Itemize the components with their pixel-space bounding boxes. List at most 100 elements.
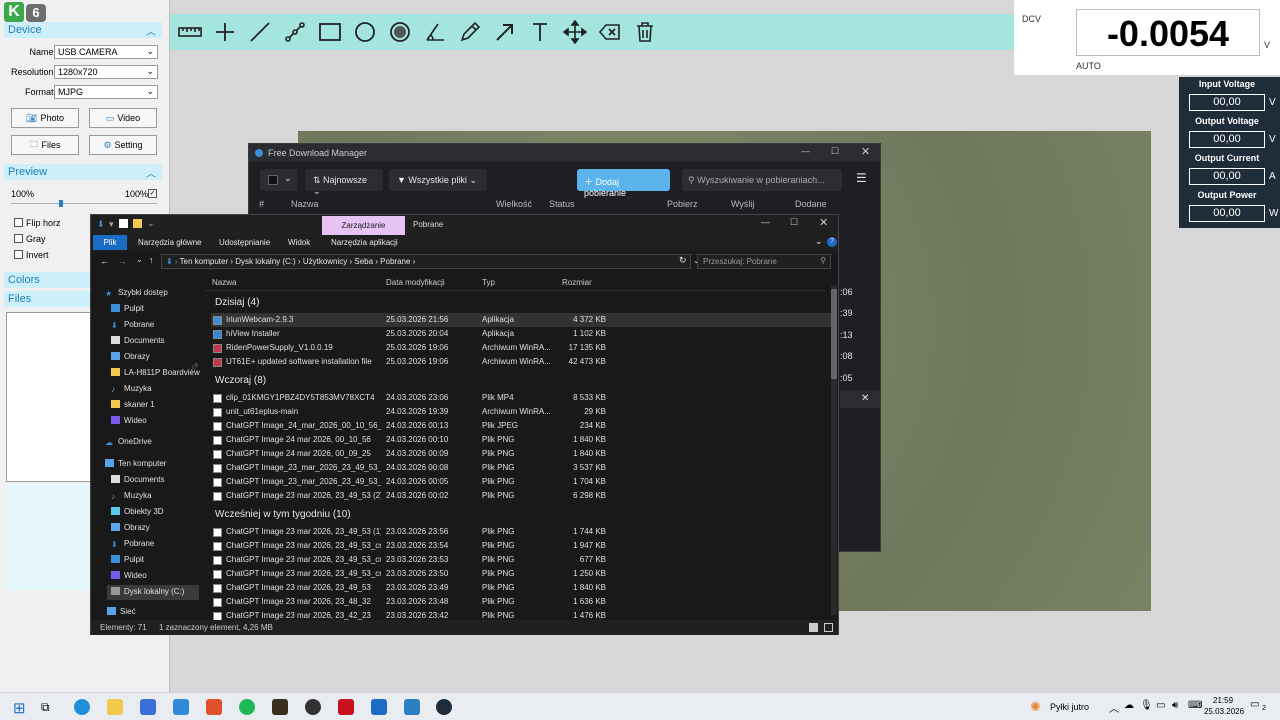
ruler-tool[interactable]	[176, 18, 204, 46]
preview-section-header[interactable]: Preview ︿	[4, 164, 162, 180]
device-section-header[interactable]: Device ︿	[4, 22, 162, 38]
close-icon[interactable]: ✕	[861, 145, 870, 158]
erase-tool[interactable]	[596, 18, 624, 46]
group-header[interactable]: Wczoraj (8)	[215, 375, 266, 386]
polyline-tool[interactable]	[281, 18, 309, 46]
col-upload[interactable]: Wyślij	[731, 199, 754, 209]
onedrive-tray-icon[interactable]: ☁	[1124, 700, 1134, 711]
microphone-icon[interactable]: 🎙︎	[1140, 700, 1153, 711]
file-row[interactable]: UT61E+ updated software installation fil…	[211, 355, 831, 369]
arrow-tool[interactable]	[491, 18, 519, 46]
file-row[interactable]: ChatGPT Image 23 mar 2026, 23_49_53 (2) 2…	[211, 489, 831, 503]
start-icon[interactable]: ⊞	[13, 699, 26, 717]
scrollbar-thumb[interactable]	[831, 289, 837, 379]
text-tool[interactable]	[526, 18, 554, 46]
file-row[interactable]: ChatGPT Image_23_mar_2026_23_49_53_... 24…	[211, 475, 831, 489]
file-row[interactable]: hiView Installer 25.03.2026 20:04 Aplikacj…	[211, 327, 831, 341]
file-type: Plik PNG	[482, 611, 515, 620]
clock-time[interactable]: 21:59	[1213, 696, 1233, 705]
file-row[interactable]: unit_ut61eplus-main 24.03.2026 19:39 Archi…	[211, 405, 831, 419]
col-size[interactable]: Wielkość	[496, 199, 532, 209]
file-row[interactable]: ChatGPT Image 23 mar 2026, 23_49_53_cr..…	[211, 567, 831, 581]
speedometer-icon[interactable]	[305, 699, 321, 715]
tiles-view-icon[interactable]	[824, 623, 833, 632]
volume-icon[interactable]: 🔊︎	[1172, 700, 1178, 711]
group-header[interactable]: Wcześniej w tym tygodniu (10)	[215, 509, 351, 520]
delete-tool[interactable]	[631, 18, 659, 46]
file-row[interactable]: ChatGPT Image 23 mar 2026, 23_49_53_cr..…	[211, 553, 831, 567]
file-row[interactable]: ChatGPT Image 23 mar 2026, 23_49_53 23.03…	[211, 581, 831, 595]
col-added[interactable]: Dodane	[795, 199, 827, 209]
weather-text[interactable]: Pyłki jutro	[1050, 702, 1089, 712]
ring-tool[interactable]	[386, 18, 414, 46]
file-row[interactable]: ChatGPT Image_23_mar_2026_23_49_53_... 24…	[211, 461, 831, 475]
spotify-icon[interactable]	[239, 699, 255, 715]
pen-tool[interactable]	[456, 18, 484, 46]
line-tool[interactable]	[246, 18, 274, 46]
notification-icon[interactable]: ▭	[1250, 699, 1259, 710]
circle-tool[interactable]	[351, 18, 379, 46]
file-type: Plik PNG	[482, 463, 515, 472]
crosshair-tool[interactable]	[211, 18, 239, 46]
language-icon[interactable]: ⌨	[1188, 700, 1202, 711]
rectangle-tool[interactable]	[316, 18, 344, 46]
file-name: clip_01KMGY1PBZ4DY5T853MV78XCT4	[226, 393, 375, 402]
file-row[interactable]: ChatGPT Image 23 mar 2026, 23_48_32 23.03…	[211, 595, 831, 609]
angle-tool[interactable]	[421, 18, 449, 46]
preview-slider-track[interactable]	[11, 203, 157, 204]
add-download-button[interactable]: ＋ Dodaj pobieranie	[577, 169, 670, 198]
invert-checkbox[interactable]: Invert	[14, 250, 49, 260]
fdm-search-input[interactable]: ⚲ Wyszukiwanie w pobieraniach...	[682, 169, 842, 191]
menu-icon[interactable]: ☰	[856, 171, 867, 185]
minimize-icon[interactable]: —	[801, 146, 810, 156]
move-tool[interactable]	[561, 18, 589, 46]
file-row[interactable]: ChatGPT Image 23 mar 2026, 23_49_53_cr..…	[211, 539, 831, 553]
format-select[interactable]: MJPG ⌄	[54, 85, 158, 99]
camera-name-select[interactable]: USB CAMERA ⌄	[54, 45, 158, 59]
flip-horz-checkbox[interactable]: Flip horz	[14, 218, 61, 228]
gray-checkbox[interactable]: Gray	[14, 234, 46, 244]
file-row[interactable]: RidenPowerSupply_V1.0.0.19 25.03.2026 19:…	[211, 341, 831, 355]
preview-checkbox[interactable]: ✓	[148, 189, 157, 198]
select-all-dropdown[interactable]: ⌄	[260, 169, 297, 191]
close-details-icon[interactable]: ✕	[861, 393, 869, 404]
details-view-icon[interactable]	[809, 623, 818, 632]
video-button[interactable]: ▭ Video	[89, 108, 157, 128]
resolution-select[interactable]: 1280x720 ⌄	[54, 65, 158, 79]
sort-dropdown[interactable]: ⇅ Najnowsze ⌄	[305, 169, 383, 196]
file-row[interactable]: ChatGPT Image 23 mar 2026, 23_49_53 (1) 2…	[211, 525, 831, 539]
name-label: Name:	[29, 47, 56, 57]
file-row[interactable]: ChatGPT Image_24_mar_2026_00_10_56_... 24…	[211, 419, 831, 433]
app-red-icon[interactable]	[338, 699, 354, 715]
group-header[interactable]: Dzisiaj (4)	[215, 297, 259, 308]
task-view-icon[interactable]: ⧉	[41, 700, 50, 715]
tray-chevron-icon[interactable]: ︿	[1109, 700, 1119, 715]
file-icon	[213, 394, 222, 403]
file-row[interactable]: IriunWebcam-2.9.3 25.03.2026 21:56 Aplikac…	[211, 313, 831, 327]
vpn-icon[interactable]	[173, 699, 189, 715]
col-download[interactable]: Pobierz	[667, 199, 698, 209]
filter-dropdown[interactable]: ▼ Wszystkie pliki ⌄	[389, 169, 487, 191]
edge-icon[interactable]	[74, 699, 90, 715]
preview-slider-thumb[interactable]	[59, 200, 63, 207]
setting-button[interactable]: ⚙ Setting	[89, 135, 157, 155]
file-row[interactable]: ChatGPT Image 24 mar 2026, 00_10_56 24.03…	[211, 433, 831, 447]
photo-button[interactable]: 📷︎ Photo	[11, 108, 79, 128]
store-icon[interactable]	[140, 699, 156, 715]
network-tray-icon[interactable]: ▭	[1156, 700, 1165, 711]
col-name[interactable]: Nazwa	[291, 199, 319, 209]
weather-icon[interactable]: ✺	[1030, 699, 1041, 715]
clock-date[interactable]: 25.03.2026	[1204, 707, 1244, 716]
scrollbar[interactable]	[831, 285, 837, 615]
webcam-icon[interactable]	[436, 699, 452, 715]
file-row[interactable]: ChatGPT Image 24 mar 2026, 00_09_25 24.03…	[211, 447, 831, 461]
brave-icon[interactable]	[206, 699, 222, 715]
maximize-icon[interactable]: ☐	[831, 146, 839, 157]
file-row[interactable]: clip_01KMGY1PBZ4DY5T853MV78XCT4 24.03.202…	[211, 391, 831, 405]
measurement-app-icon[interactable]	[404, 699, 420, 715]
files-button[interactable]: 🗀 Files	[11, 135, 79, 155]
file-explorer-icon[interactable]	[107, 699, 123, 715]
dvd-icon[interactable]	[272, 699, 288, 715]
hiview-icon[interactable]	[371, 699, 387, 715]
col-status[interactable]: Status	[549, 199, 575, 209]
